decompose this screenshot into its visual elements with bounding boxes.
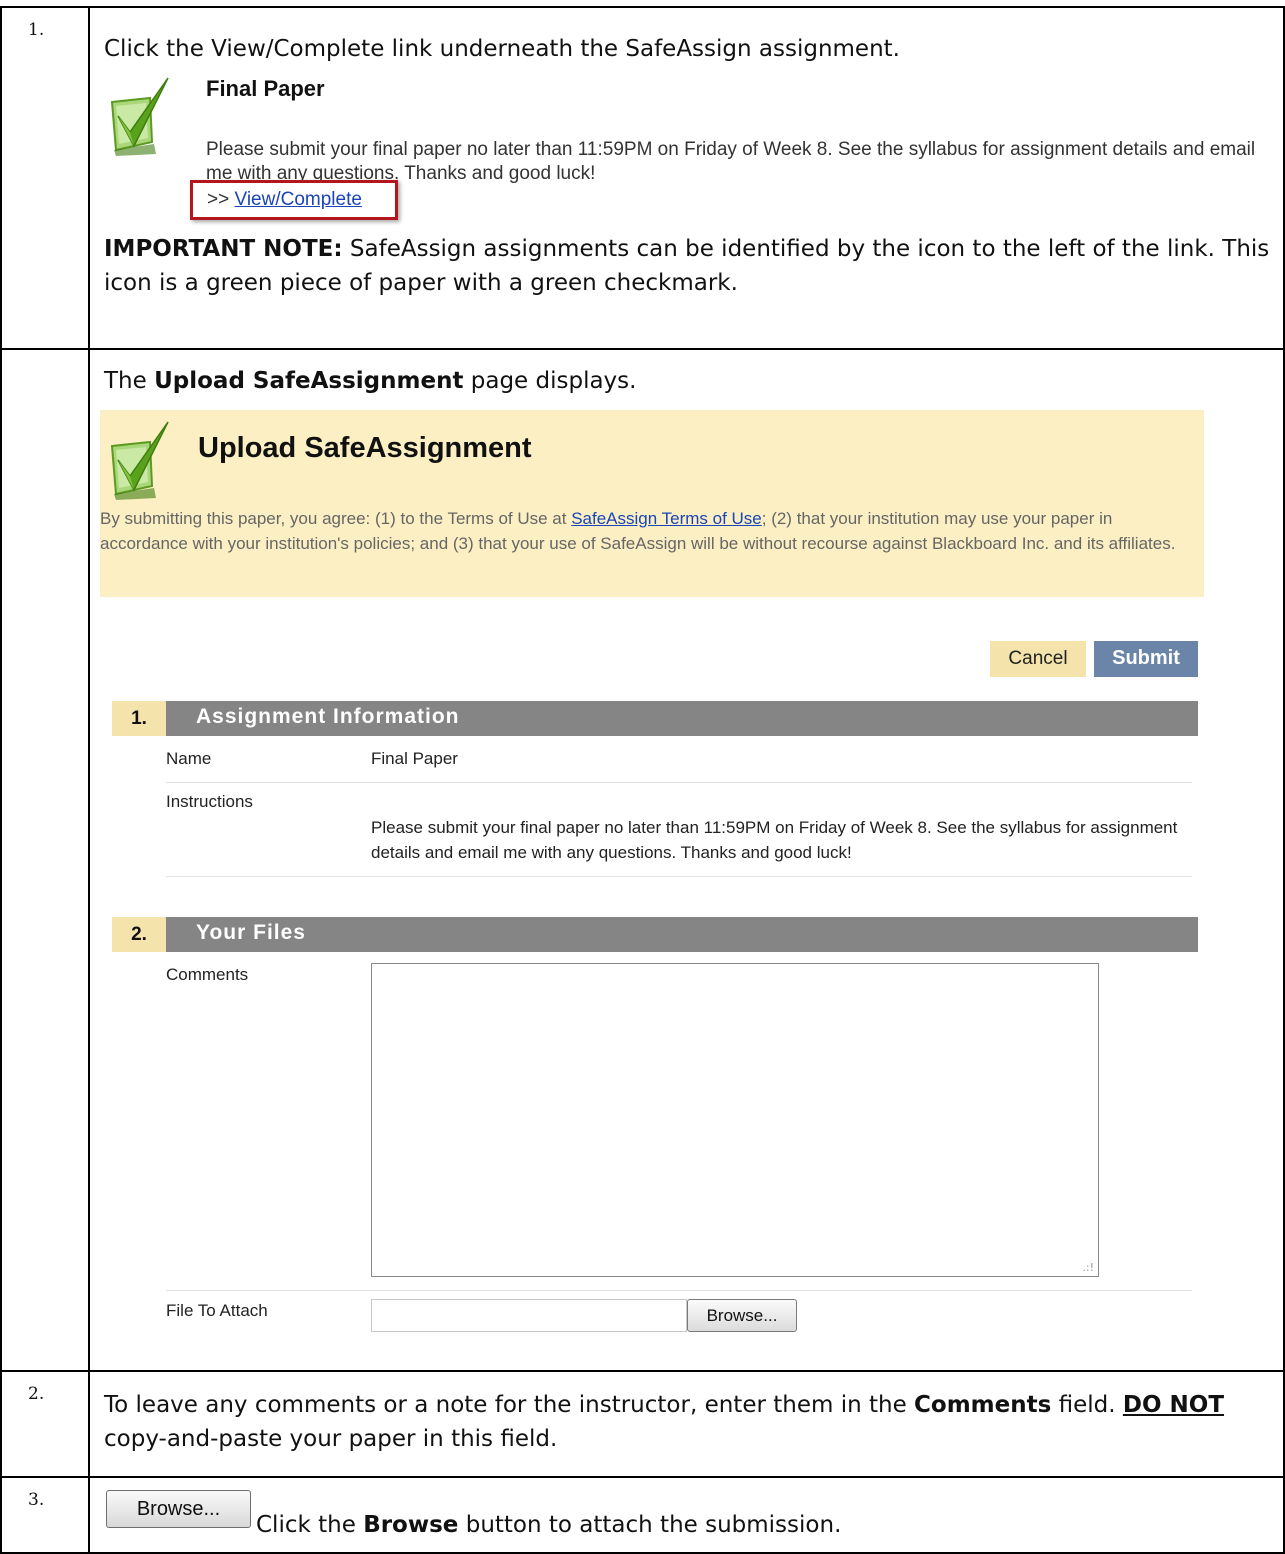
name-value: Final Paper [371,749,458,768]
page-title: Upload SafeAssignment [198,432,532,464]
step-body: Browse... Click the Browse button to att… [88,1476,1285,1554]
text-bold: Comments [914,1392,1052,1418]
step-body: The Upload SafeAssignment page displays.… [88,348,1285,1372]
file-to-attach-label: File To Attach [166,1301,268,1320]
cancel-button[interactable]: Cancel [990,641,1086,677]
assignment-item: Final Paper Please submit your final pap… [104,66,1283,224]
terms-pre: By submitting this paper, you agree: (1)… [100,509,572,528]
step-row-2: 2. To leave any comments or a note for t… [0,1370,1285,1478]
section-number: 1. [112,701,166,736]
upload-intro: The Upload SafeAssignment page displays. [104,364,1283,398]
step-number: 2. [0,1370,90,1478]
intro-bold: Upload SafeAssignment [154,368,464,394]
step-number [0,348,90,1372]
upload-banner: Upload SafeAssignment By submitting this… [100,410,1204,597]
section-header-assignment-info: 1. Assignment Information [112,701,1198,736]
step-row-3: 3. Browse... Click the Browse button to … [0,1476,1285,1554]
step-instruction: Click the View/Complete link underneath … [104,36,900,62]
instructions-label: Instructions [166,792,253,811]
text-post: button to attach the submission. [458,1512,842,1538]
divider [166,876,1192,877]
text-pre: Click the [256,1512,364,1538]
step-instruction: Click the Browse button to attach the su… [256,1508,841,1542]
section-title: Assignment Information [196,705,460,728]
terms-link[interactable]: SafeAssign Terms of Use [571,509,762,528]
assignment-title: Final Paper [206,76,325,101]
step-row-1: 1. Click the View/Complete link undernea… [0,6,1285,350]
step-body: Click the View/Complete link underneath … [88,6,1285,350]
instructions-value: Please submit your final paper no later … [371,818,1178,862]
comments-textarea[interactable]: .:! [371,963,1099,1277]
important-note: IMPORTANT NOTE: SafeAssign assignments c… [104,232,1283,300]
name-label: Name [166,749,212,768]
text-mid: field. [1051,1392,1123,1418]
step3-content: Browse... Click the Browse button to att… [104,1478,1283,1550]
instruction-table: 1. Click the View/Complete link undernea… [0,6,1285,1554]
step-number: 3. [0,1476,90,1554]
note-label: IMPORTANT NOTE: [104,236,343,262]
section-title: Your Files [196,921,306,944]
step-instruction: To leave any comments or a note for the … [104,1388,1283,1456]
divider [166,1290,1192,1291]
intro-post: page displays. [463,368,637,394]
divider [166,782,1192,783]
browse-button[interactable]: Browse... [687,1299,797,1332]
step-number: 1. [0,6,90,350]
section-header-your-files: 2. Your Files [112,917,1198,952]
intro-pre: The [104,368,155,394]
text-pre: To leave any comments or a note for the … [104,1392,915,1418]
submit-button[interactable]: Submit [1094,641,1198,677]
text-bold: Browse [363,1512,459,1538]
resize-grip-icon[interactable]: .:! [1082,1261,1094,1274]
step-row-upload: The Upload SafeAssignment page displays.… [0,348,1285,1372]
step-body: To leave any comments or a note for the … [88,1370,1285,1478]
file-path-input[interactable] [371,1299,687,1332]
upload-safeassignment-screenshot: Upload SafeAssignment By submitting this… [100,410,1283,1360]
view-complete-link[interactable]: View/Complete [234,189,361,210]
terms-text: By submitting this paper, you agree: (1)… [100,506,1190,556]
link-prefix: >> [207,189,235,210]
text-post: copy-and-paste your paper in this field. [104,1426,558,1452]
safeassign-icon [108,72,172,156]
safeassign-icon [108,416,172,500]
view-complete-highlight: >> View/Complete [190,180,398,220]
assignment-description: Please submit your final paper no later … [206,139,1256,184]
browse-button-example[interactable]: Browse... [106,1490,251,1528]
warning-text: DO NOT [1122,1392,1225,1418]
section-number: 2. [112,917,166,952]
comments-label: Comments [166,965,249,984]
